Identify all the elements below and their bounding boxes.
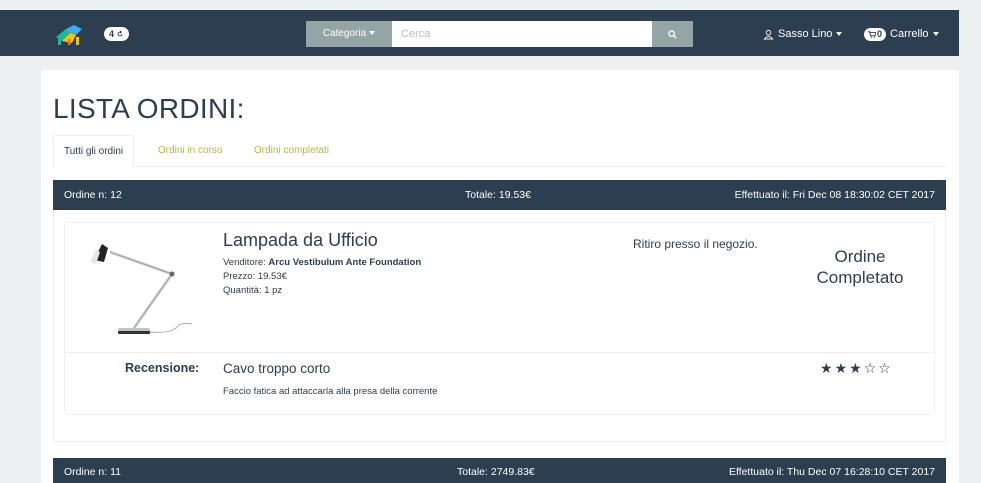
order-header: Ordine n: 12 Totale: 19.53€ Effettuato i… <box>53 180 946 210</box>
star-filled-icon: ★ <box>820 360 833 376</box>
product-seller: Venditore: Arcu Vestibulum Ante Foundati… <box>223 257 421 268</box>
product-name[interactable]: Lampada da Ufficio <box>223 230 378 251</box>
order-number: Ordine n: 11 <box>64 466 122 478</box>
cart-icon <box>868 30 876 38</box>
order-date: Effettuato il: Thu Dec 07 16:28:10 CET 2… <box>728 466 935 478</box>
star-empty-icon: ☆ <box>863 360 877 376</box>
review-rating: ★ ★ ★ ☆ ☆ <box>820 360 891 376</box>
user-icon <box>763 29 774 40</box>
order-tabs: Tutti gli ordini Ordini in corso Ordini … <box>53 135 946 168</box>
category-label: Categoria <box>322 28 367 39</box>
review-text: Faccio fatica ad attaccarla alla presa d… <box>223 386 438 397</box>
category-dropdown-button[interactable]: Categoria <box>306 21 392 47</box>
order-total: Totale: 2749.83€ <box>457 466 535 478</box>
divider <box>64 352 935 353</box>
tab-orders-in-progress[interactable]: Ordini in corso <box>148 135 232 167</box>
review-title: Cavo troppo corto <box>223 361 331 376</box>
user-name: Sasso Lino <box>778 28 833 40</box>
tab-orders-completed[interactable]: Ordini completati <box>244 135 339 167</box>
star-filled-icon: ★ <box>849 360 862 376</box>
product-quantity: Quantità: 1 pz <box>223 285 283 296</box>
order-number: Ordine n: 12 <box>64 189 122 201</box>
refresh-icon <box>117 30 123 37</box>
cart-menu[interactable]: 0 Carrello <box>864 25 939 43</box>
search-button[interactable] <box>652 21 693 47</box>
cart-label: Carrello <box>890 28 929 40</box>
product-image[interactable] <box>82 238 200 342</box>
logo-icon[interactable] <box>54 23 84 45</box>
chevron-down-icon <box>369 31 376 36</box>
order-header: Ordine n: 11 Totale: 2749.83€ Effettuato… <box>53 458 946 483</box>
tab-all-orders[interactable]: Tutti gli ordini <box>53 135 135 168</box>
seller-prefix: Venditore: <box>223 257 269 268</box>
search-icon <box>668 29 677 39</box>
review-label: Recensione: <box>125 361 200 375</box>
cart-count: 0 <box>877 28 883 39</box>
chevron-down-icon <box>836 32 843 36</box>
page-title: LISTA ORDINI: <box>53 93 245 124</box>
cart-count-badge: 0 <box>864 27 887 41</box>
search-input[interactable] <box>392 21 652 47</box>
navbar: 4 Categoria Sasso Lino 0 Carrello <box>0 10 959 56</box>
seller-name[interactable]: Arcu Vestibulum Ante Foundation <box>268 257 421 268</box>
chevron-down-icon <box>932 32 939 36</box>
star-filled-icon: ★ <box>834 360 848 376</box>
notifications-count: 4 <box>109 29 115 39</box>
order-status: Ordine Completato <box>816 247 904 287</box>
product-price: Prezzo: 19.53€ <box>223 271 287 282</box>
order-date: Effettuato il: Fri Dec 08 18:30:02 CET 2… <box>734 189 935 201</box>
notifications-badge[interactable]: 4 <box>104 27 130 41</box>
user-menu[interactable]: Sasso Lino <box>763 25 843 43</box>
delivery-method: Ritiro presso il negozio. <box>633 237 758 251</box>
order-total: Totale: 19.53€ <box>465 189 531 201</box>
star-empty-icon: ☆ <box>878 360 891 376</box>
